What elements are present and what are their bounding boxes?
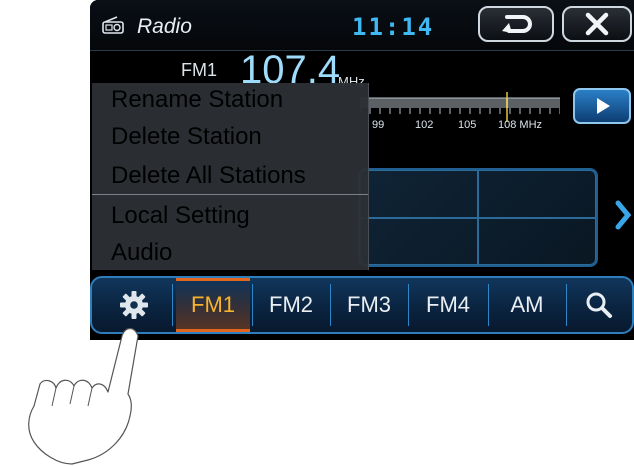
tab-separator xyxy=(172,284,173,326)
back-arrow-icon xyxy=(502,15,532,33)
preset-slot[interactable] xyxy=(478,170,596,218)
play-button[interactable] xyxy=(573,88,631,124)
tuning-dial[interactable]: 99 102 105 108 MHz xyxy=(360,92,560,136)
back-button[interactable] xyxy=(478,6,554,42)
menu-item-delete-all-stations[interactable]: Delete All Stations xyxy=(111,162,306,190)
menu-item-local-setting[interactable]: Local Setting xyxy=(111,202,250,230)
app-title: Radio xyxy=(137,15,192,38)
tab-fm3[interactable]: FM3 xyxy=(331,278,407,332)
play-icon xyxy=(597,98,610,114)
chevron-right-icon[interactable] xyxy=(614,197,632,233)
tab-separator xyxy=(566,284,567,326)
radio-icon xyxy=(102,16,124,34)
tab-fm4[interactable]: FM4 xyxy=(409,278,487,332)
preset-slot[interactable] xyxy=(360,218,478,265)
radio-screen: Radio 11:14 FM1 107.4 MHz 99 102 105 108… xyxy=(90,0,634,340)
dial-label: 102 xyxy=(415,119,433,131)
dial-label: 105 xyxy=(458,119,476,131)
header-bar: Radio 11:14 xyxy=(90,0,634,51)
tab-fm1[interactable]: FM1 xyxy=(176,278,250,332)
preset-grid xyxy=(358,168,598,267)
search-icon xyxy=(586,292,612,318)
dial-label: 108 MHz xyxy=(498,119,542,131)
menu-divider xyxy=(92,194,368,195)
tab-fm2[interactable]: FM2 xyxy=(253,278,329,332)
close-button[interactable] xyxy=(562,6,632,42)
context-menu: Rename Station Delete Station Delete All… xyxy=(92,83,369,270)
menu-item-rename-station: Rename Station xyxy=(111,86,284,113)
close-icon xyxy=(585,12,609,36)
preset-slot[interactable] xyxy=(478,218,596,265)
tab-am[interactable]: AM xyxy=(489,278,565,332)
preset-slot[interactable] xyxy=(360,170,478,218)
clock: 11:14 xyxy=(352,13,435,41)
pointing-hand-icon xyxy=(28,327,139,465)
search-button[interactable] xyxy=(568,278,630,332)
menu-item-audio[interactable]: Audio xyxy=(111,239,172,267)
dial-label: 99 xyxy=(372,119,384,131)
band-label: FM1 xyxy=(181,60,217,80)
menu-item-delete-station: Delete Station xyxy=(111,123,262,150)
bottom-bar: FM1 FM2 FM3 FM4 AM xyxy=(90,276,634,334)
